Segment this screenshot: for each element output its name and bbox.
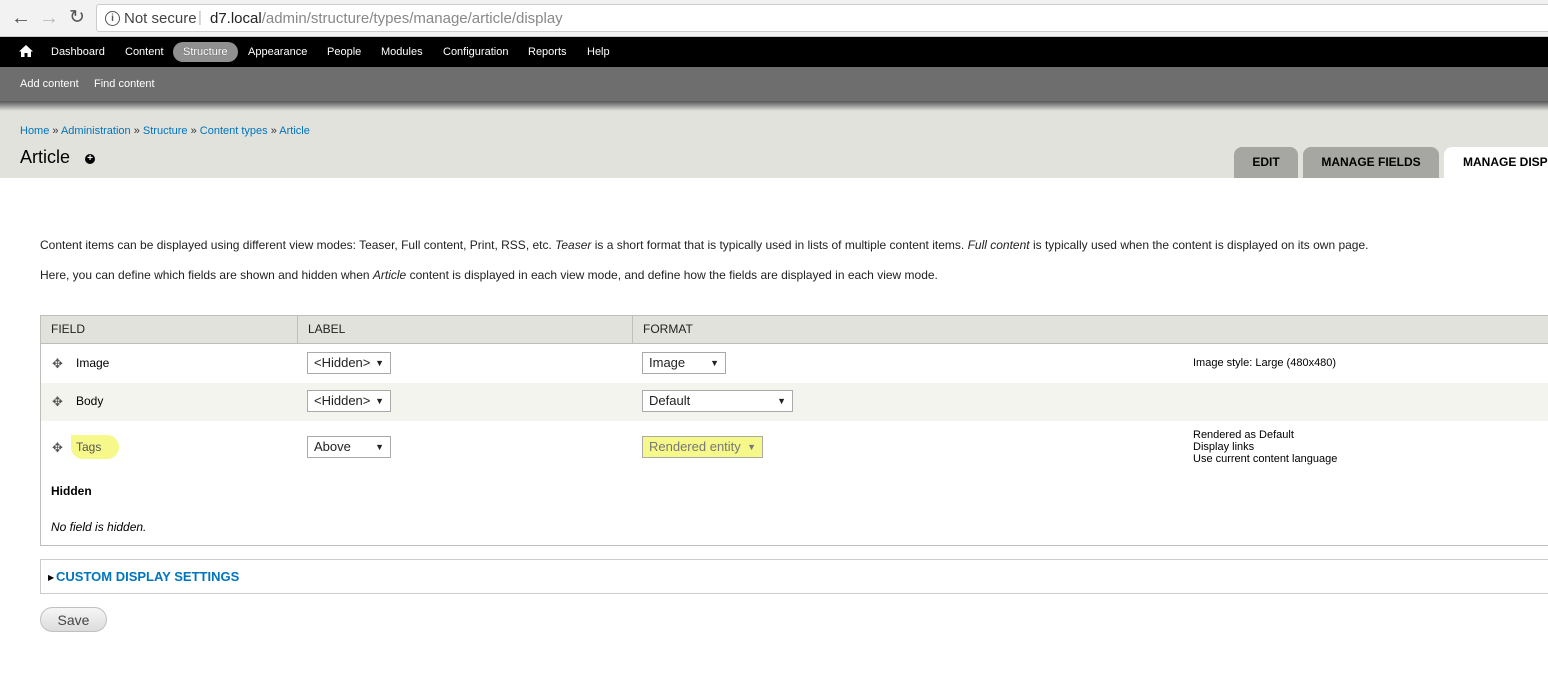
format-select[interactable]: Rendered entity ▼ (642, 436, 763, 458)
table-row: ✥ Tags Above ▼ Rendered entity ▼ Rendered … (41, 421, 1548, 471)
format-select-value: Default (649, 393, 691, 408)
drag-handle-icon[interactable]: ✥ (52, 357, 65, 370)
info-icon[interactable]: i (105, 11, 120, 26)
shortcut-bar: Add content Find content (0, 67, 1548, 101)
desc-text: content is displayed in each view mode, … (406, 268, 938, 282)
help-text-view-modes: Content items can be displayed using dif… (40, 238, 1368, 252)
desc-full-content: Full content (967, 238, 1030, 252)
desc-teaser: Teaser (555, 238, 592, 252)
drag-handle-icon[interactable]: ✥ (52, 441, 65, 454)
reload-icon[interactable]: ↻ (65, 6, 89, 30)
drag-handle-icon[interactable]: ✥ (52, 395, 65, 408)
format-select-value: Rendered entity (649, 439, 741, 454)
column-header-label: LABEL (308, 322, 346, 336)
url-host: d7.local (210, 10, 262, 27)
help-text-fields: Here, you can define which fields are sh… (40, 268, 938, 282)
add-shortcut-icon[interactable]: + (85, 154, 95, 164)
dropdown-arrow-icon: ▼ (710, 358, 719, 368)
breadcrumb-article[interactable]: Article (279, 125, 310, 137)
column-header-field: FIELD (51, 322, 86, 336)
desc-text: Content items can be displayed using dif… (40, 238, 556, 252)
desc-text: is a short format that is typically used… (591, 238, 968, 252)
summary-line: Rendered as Default (1193, 429, 1294, 441)
shortcut-find-content[interactable]: Find content (94, 67, 155, 101)
format-select-value: Image (649, 355, 686, 370)
toolbar-item-people[interactable]: People (327, 37, 361, 67)
column-divider (632, 316, 633, 343)
toolbar-item-dashboard[interactable]: Dashboard (51, 37, 105, 67)
collapsed-triangle-icon: ▶ (48, 573, 55, 582)
address-bar[interactable]: i Not secure | d7.local/admin/structure/… (96, 4, 1548, 32)
breadcrumb-administration[interactable]: Administration (61, 125, 131, 137)
shortcut-add-content[interactable]: Add content (20, 67, 79, 101)
toolbar-item-help[interactable]: Help (587, 37, 610, 67)
forward-arrow-icon[interactable]: → (37, 6, 61, 30)
summary-line: Image style: Large (480x480) (1193, 357, 1337, 369)
toolbar-shadow (0, 101, 1548, 111)
toolbar-item-reports[interactable]: Reports (528, 37, 567, 67)
desc-text: Here, you can define which fields are sh… (40, 268, 373, 282)
breadcrumb-home[interactable]: Home (20, 125, 49, 137)
field-name: Body (76, 394, 104, 408)
custom-display-settings[interactable]: ▶ CUSTOM DISPLAY SETTINGS (40, 559, 1548, 594)
summary-line: Use current content language (1193, 453, 1338, 465)
breadcrumb-structure[interactable]: Structure (143, 125, 188, 137)
table-row: ✥ Image <Hidden> ▼ Image ▼ Image style: La… (41, 344, 1548, 383)
field-display-table: FIELD LABEL FORMAT ✥ Image <Hidden> ▼ Ima… (40, 315, 1548, 546)
dropdown-arrow-icon: ▼ (777, 396, 786, 406)
desc-article: Article (372, 268, 407, 282)
label-select[interactable]: <Hidden> ▼ (307, 352, 391, 374)
url-path: /admin/structure/types/manage/article/di… (261, 10, 563, 27)
toolbar-item-structure[interactable]: Structure (173, 42, 238, 62)
toolbar-item-appearance[interactable]: Appearance (248, 37, 307, 67)
table-row: ✥ Body <Hidden> ▼ Default ▼ (41, 383, 1548, 421)
url-separator: | (198, 9, 202, 26)
dropdown-arrow-icon: ▼ (747, 442, 756, 452)
dropdown-arrow-icon: ▼ (375, 358, 384, 368)
admin-toolbar: Dashboard Content Structure Appearance P… (0, 37, 1548, 67)
browser-bar: ← → ↻ i Not secure | d7.local/admin/stru… (0, 0, 1548, 37)
breadcrumb: Home » Administration » Structure » Cont… (20, 125, 310, 137)
format-select[interactable]: Image ▼ (642, 352, 726, 374)
home-icon[interactable] (18, 43, 34, 59)
format-select[interactable]: Default ▼ (642, 390, 793, 412)
label-select[interactable]: Above ▼ (307, 436, 391, 458)
format-summary: Rendered as Default Display links Use cu… (1193, 429, 1337, 465)
field-name: Tags (71, 435, 120, 459)
table-header: FIELD LABEL FORMAT (41, 316, 1548, 344)
hidden-region-title: Hidden (51, 484, 92, 498)
label-select-value: <Hidden> (314, 393, 371, 408)
format-summary: Image style: Large (480x480) (1193, 357, 1336, 369)
label-select-value: Above (314, 439, 351, 454)
page-header: Home » Administration » Structure » Cont… (0, 111, 1548, 178)
dropdown-arrow-icon: ▼ (375, 396, 384, 406)
page-title: Article (20, 147, 71, 167)
breadcrumb-content-types[interactable]: Content types (200, 125, 268, 137)
summary-line: Display links (1193, 441, 1255, 453)
toolbar-item-content[interactable]: Content (125, 37, 164, 67)
dropdown-arrow-icon: ▼ (375, 442, 384, 452)
custom-display-settings-label[interactable]: CUSTOM DISPLAY SETTINGS (56, 569, 239, 584)
toolbar-item-configuration[interactable]: Configuration (443, 37, 508, 67)
column-header-format: FORMAT (643, 322, 693, 336)
hidden-region-empty-message: No field is hidden. (51, 520, 147, 534)
desc-text: is typically used when the content is di… (1029, 238, 1369, 252)
url-text[interactable]: d7.local/admin/structure/types/manage/ar… (210, 10, 563, 27)
back-arrow-icon[interactable]: ← (9, 6, 33, 30)
label-select[interactable]: <Hidden> ▼ (307, 390, 391, 412)
save-button[interactable]: Save (40, 607, 107, 632)
label-select-value: <Hidden> (314, 355, 371, 370)
tab-manage-fields[interactable]: MANAGE FIELDS (1303, 147, 1439, 178)
toolbar-item-modules[interactable]: Modules (381, 37, 423, 67)
column-divider (297, 316, 298, 343)
tab-edit[interactable]: EDIT (1234, 147, 1298, 178)
field-name: Image (76, 356, 110, 370)
security-label: Not secure (124, 10, 197, 27)
tab-manage-display[interactable]: MANAGE DISP (1444, 147, 1548, 178)
